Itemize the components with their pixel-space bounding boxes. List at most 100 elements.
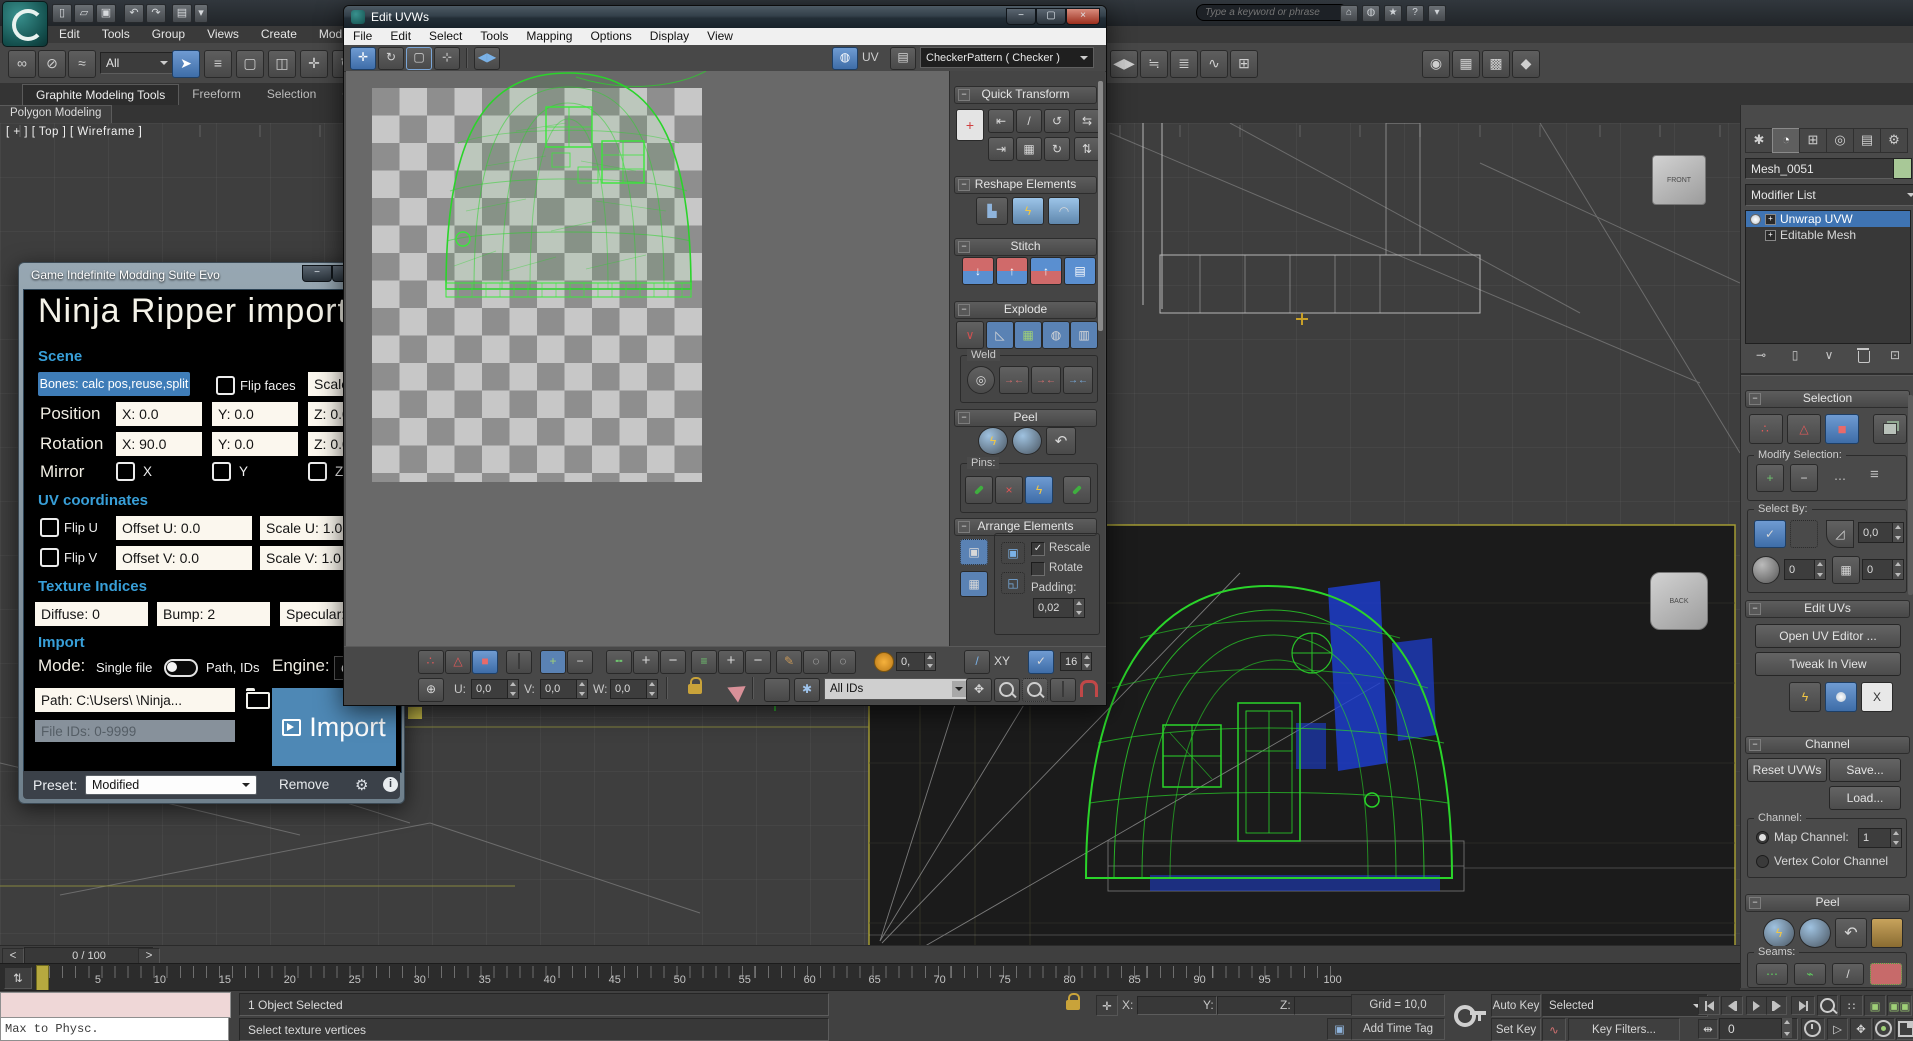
select-ring-icon[interactable]: ≡ <box>1870 466 1879 483</box>
pan-hand-icon[interactable]: ✥ <box>1850 1018 1872 1040</box>
select-link-icon[interactable]: ∞ <box>8 50 36 78</box>
modifier-stack-row[interactable]: + Unwrap UVW <box>1746 211 1910 227</box>
tab-modify-icon[interactable]: ◔ <box>1772 128 1800 153</box>
pack-together-icon[interactable]: ▣ <box>1001 542 1025 564</box>
matid-spinner[interactable]: 0 <box>1862 559 1904 580</box>
falloff-spinner[interactable]: 0, <box>896 652 936 671</box>
flatten-by-smoothing-group-icon[interactable]: ◍ <box>1042 321 1070 349</box>
peel-mode-icon[interactable] <box>1799 918 1831 948</box>
soft-selection-icon[interactable]: ◌ <box>803 650 829 674</box>
auto-key-button[interactable]: Auto Key <box>1491 994 1541 1017</box>
space-vertical-icon[interactable]: ⇅ <box>1074 137 1100 161</box>
absolute-offset-toggle-icon[interactable]: ✛ <box>1096 995 1118 1016</box>
relax-until-flat-icon[interactable]: ϟ <box>1012 197 1044 225</box>
project-folder-icon[interactable]: ▤ <box>172 4 192 23</box>
relax-tool-icon[interactable]: ◠ <box>1048 197 1080 225</box>
expand-icon[interactable]: + <box>1765 230 1776 241</box>
reset-peel-icon[interactable]: ↶ <box>1835 918 1867 948</box>
object-name-field[interactable]: Mesh_0051 <box>1745 158 1903 179</box>
grid-setting-button[interactable]: Grid = 10,0 <box>1351 994 1445 1016</box>
smoothing-group-spinner[interactable]: 0 <box>1784 559 1826 580</box>
uvw-menu-item[interactable]: Edit <box>381 28 420 44</box>
select-edge-loop-icon[interactable]: ╍ <box>606 650 632 674</box>
frame-spinner[interactable] <box>1781 1018 1792 1038</box>
stitch-custom-icon[interactable]: ↓ <box>962 257 994 285</box>
grow-selection-icon[interactable]: + <box>1756 464 1784 492</box>
quick-peel-icon[interactable]: ϟ <box>1763 918 1795 948</box>
align-horizontal-icon[interactable]: ⇤ <box>988 109 1014 133</box>
v-spinner[interactable]: 0,0 <box>540 679 588 699</box>
schematic-view-icon[interactable]: ⊞ <box>1230 50 1258 78</box>
new-file-icon[interactable]: ▯ <box>52 4 72 23</box>
diffuse-field[interactable]: Diffuse: 0 <box>35 602 148 626</box>
rollout-peel-header[interactable]: −Peel <box>1745 894 1910 912</box>
rotate-ccw-icon[interactable]: ↺ <box>1044 109 1070 133</box>
material-editor-icon[interactable]: ◉ <box>1422 50 1450 78</box>
uvw-menu-item[interactable]: Mapping <box>517 28 581 44</box>
make-unique-icon[interactable]: ∨ <box>1817 345 1841 365</box>
infocenter-search-input[interactable] <box>1196 4 1348 21</box>
preset-dropdown[interactable]: Modified <box>85 775 257 795</box>
tab-utilities-icon[interactable]: ⚙ <box>1880 128 1908 153</box>
position-axis-field[interactable]: Y: 0.0 <box>212 402 298 426</box>
visibility-bulb-icon[interactable] <box>1750 214 1761 225</box>
quick-planar-map-icon[interactable]: ϟ <box>1789 682 1821 712</box>
select-by-name-icon[interactable]: ≡ <box>204 50 232 78</box>
uv-bulb-icon[interactable] <box>1825 682 1857 712</box>
filter-selected-faces-icon[interactable] <box>715 676 745 703</box>
sign-in-icon[interactable]: ▾ <box>1428 5 1446 22</box>
rotation-axis-field[interactable]: X: 90.0 <box>116 432 202 456</box>
render-production-icon[interactable]: ◆ <box>1512 50 1540 78</box>
uvw-quick-peel-icon[interactable]: ϟ <box>978 427 1008 455</box>
zoom-icon[interactable] <box>1817 995 1838 1016</box>
uvw-menu-item[interactable]: Tools <box>471 28 517 44</box>
select-by-matid-icon[interactable]: ▦ <box>1832 556 1860 584</box>
uvw-menu-item[interactable]: Options <box>581 28 640 44</box>
uvw-mirror-tool-icon[interactable]: ◀▶ <box>474 47 500 70</box>
mirror-axis-checkbox[interactable] <box>116 462 135 481</box>
rescale-checkbox[interactable]: ✓ <box>1031 542 1045 556</box>
layer-manager-icon[interactable]: ≣ <box>1170 50 1198 78</box>
orbit-icon[interactable] <box>1873 1018 1895 1040</box>
ring-shrink-icon[interactable]: − <box>745 650 771 674</box>
uv-vertex-mode-icon[interactable]: ∴ <box>418 650 444 674</box>
save-file-icon[interactable]: ▣ <box>96 4 116 23</box>
reset-uvws-button[interactable]: Reset UVWs <box>1747 758 1827 782</box>
show-map-toggle-icon[interactable]: ◍ <box>832 47 858 70</box>
flip-u-checkbox[interactable] <box>40 518 59 537</box>
zoom-extents-all-icon[interactable]: ▣▣ <box>1887 995 1912 1016</box>
texture-properties-icon[interactable]: ▤ <box>890 47 916 70</box>
uv-zoom-region-icon[interactable] <box>1022 678 1048 702</box>
freeze-selected-icon[interactable]: ✱ <box>794 678 820 702</box>
move-pivot-icon[interactable]: + <box>956 109 984 141</box>
set-keys-big-key-icon[interactable] <box>1452 997 1488 1037</box>
ribbon-tab[interactable]: Freeform <box>179 84 254 105</box>
edge-distance-icon[interactable]: / <box>964 650 990 674</box>
stitch-average-icon[interactable]: ↑ <box>996 257 1028 285</box>
help-icon[interactable]: ? <box>1406 5 1424 22</box>
edge-subobject-icon[interactable]: △ <box>1787 414 1821 444</box>
mode-toggle-switch[interactable] <box>164 659 198 677</box>
material-id-filter-dropdown[interactable]: All IDs <box>824 678 972 700</box>
vertex-subobject-icon[interactable]: ∴ <box>1749 414 1783 444</box>
modifier-list-dropdown[interactable]: Modifier List <box>1745 184 1913 206</box>
go-to-start-button[interactable] <box>1698 996 1720 1015</box>
play-button[interactable] <box>1746 996 1767 1015</box>
select-loop-icon[interactable]: ⋯ <box>1834 472 1846 486</box>
uvw-scale-tool-icon[interactable]: ▢ <box>406 47 432 70</box>
undo-icon[interactable]: ↶ <box>124 4 144 23</box>
selection-lock-icon[interactable] <box>1066 1000 1080 1010</box>
select-object-button[interactable]: ➤ <box>172 50 200 78</box>
weld-to-target-icon[interactable]: →← <box>1063 366 1093 394</box>
uvw-reset-peel-icon[interactable]: ↶ <box>1046 427 1076 455</box>
bind-spacewarp-icon[interactable]: ≈ <box>68 50 96 78</box>
align-vertical-icon[interactable]: ⇥ <box>988 137 1014 161</box>
rollout-selection-header[interactable]: −Selection <box>1745 390 1910 408</box>
menu-item[interactable]: Modifiers <box>308 26 348 42</box>
flatten-custom-icon[interactable]: ▥ <box>1070 321 1098 349</box>
isolate-selection-toggle[interactable]: ▣ <box>1327 1018 1352 1040</box>
remove-preset-button[interactable]: Remove <box>279 777 329 792</box>
save-uvws-button[interactable]: Save... <box>1829 758 1901 782</box>
lock-selection-icon[interactable] <box>688 684 702 694</box>
checker-pattern-dropdown[interactable]: CheckerPattern ( Checker ) <box>920 47 1094 68</box>
